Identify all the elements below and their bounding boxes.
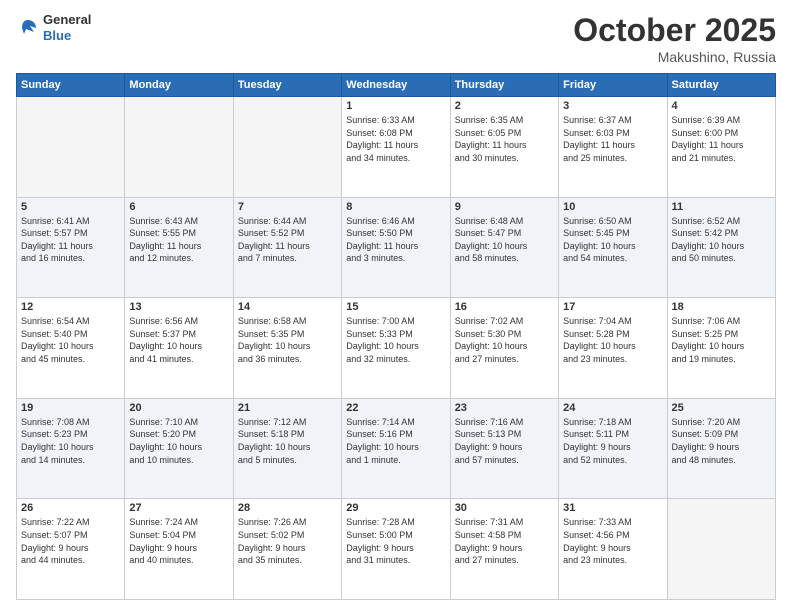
table-row: 23Sunrise: 7:16 AMSunset: 5:13 PMDayligh…: [450, 398, 558, 499]
calendar-week-row: 5Sunrise: 6:41 AMSunset: 5:57 PMDaylight…: [17, 197, 776, 298]
table-row: 24Sunrise: 7:18 AMSunset: 5:11 PMDayligh…: [559, 398, 667, 499]
table-row: 11Sunrise: 6:52 AMSunset: 5:42 PMDayligh…: [667, 197, 775, 298]
table-row: 21Sunrise: 7:12 AMSunset: 5:18 PMDayligh…: [233, 398, 341, 499]
table-row: 9Sunrise: 6:48 AMSunset: 5:47 PMDaylight…: [450, 197, 558, 298]
table-row: 25Sunrise: 7:20 AMSunset: 5:09 PMDayligh…: [667, 398, 775, 499]
table-row: 4Sunrise: 6:39 AMSunset: 6:00 PMDaylight…: [667, 97, 775, 198]
table-row: 22Sunrise: 7:14 AMSunset: 5:16 PMDayligh…: [342, 398, 450, 499]
col-thursday: Thursday: [450, 74, 558, 97]
table-row: [125, 97, 233, 198]
table-row: [667, 499, 775, 600]
table-row: 1Sunrise: 6:33 AMSunset: 6:08 PMDaylight…: [342, 97, 450, 198]
table-row: 16Sunrise: 7:02 AMSunset: 5:30 PMDayligh…: [450, 298, 558, 399]
col-monday: Monday: [125, 74, 233, 97]
table-row: [17, 97, 125, 198]
calendar-week-row: 1Sunrise: 6:33 AMSunset: 6:08 PMDaylight…: [17, 97, 776, 198]
calendar-week-row: 26Sunrise: 7:22 AMSunset: 5:07 PMDayligh…: [17, 499, 776, 600]
table-row: 8Sunrise: 6:46 AMSunset: 5:50 PMDaylight…: [342, 197, 450, 298]
table-row: 10Sunrise: 6:50 AMSunset: 5:45 PMDayligh…: [559, 197, 667, 298]
table-row: 14Sunrise: 6:58 AMSunset: 5:35 PMDayligh…: [233, 298, 341, 399]
title-block: October 2025 Makushino, Russia: [573, 12, 776, 65]
table-row: 19Sunrise: 7:08 AMSunset: 5:23 PMDayligh…: [17, 398, 125, 499]
table-row: 18Sunrise: 7:06 AMSunset: 5:25 PMDayligh…: [667, 298, 775, 399]
table-row: 26Sunrise: 7:22 AMSunset: 5:07 PMDayligh…: [17, 499, 125, 600]
location: Makushino, Russia: [573, 49, 776, 65]
month-title: October 2025: [573, 12, 776, 49]
table-row: 12Sunrise: 6:54 AMSunset: 5:40 PMDayligh…: [17, 298, 125, 399]
logo: General Blue: [16, 12, 91, 43]
table-row: 13Sunrise: 6:56 AMSunset: 5:37 PMDayligh…: [125, 298, 233, 399]
col-tuesday: Tuesday: [233, 74, 341, 97]
calendar-week-row: 12Sunrise: 6:54 AMSunset: 5:40 PMDayligh…: [17, 298, 776, 399]
table-row: 6Sunrise: 6:43 AMSunset: 5:55 PMDaylight…: [125, 197, 233, 298]
table-row: 15Sunrise: 7:00 AMSunset: 5:33 PMDayligh…: [342, 298, 450, 399]
table-row: 17Sunrise: 7:04 AMSunset: 5:28 PMDayligh…: [559, 298, 667, 399]
col-wednesday: Wednesday: [342, 74, 450, 97]
table-row: 27Sunrise: 7:24 AMSunset: 5:04 PMDayligh…: [125, 499, 233, 600]
table-row: 7Sunrise: 6:44 AMSunset: 5:52 PMDaylight…: [233, 197, 341, 298]
table-row: 31Sunrise: 7:33 AMSunset: 4:56 PMDayligh…: [559, 499, 667, 600]
table-row: 3Sunrise: 6:37 AMSunset: 6:03 PMDaylight…: [559, 97, 667, 198]
table-row: 2Sunrise: 6:35 AMSunset: 6:05 PMDaylight…: [450, 97, 558, 198]
table-row: 30Sunrise: 7:31 AMSunset: 4:58 PMDayligh…: [450, 499, 558, 600]
col-friday: Friday: [559, 74, 667, 97]
logo-bird-icon: [16, 16, 40, 40]
table-row: 5Sunrise: 6:41 AMSunset: 5:57 PMDaylight…: [17, 197, 125, 298]
calendar-header-row: Sunday Monday Tuesday Wednesday Thursday…: [17, 74, 776, 97]
page-header: General Blue October 2025 Makushino, Rus…: [16, 12, 776, 65]
col-saturday: Saturday: [667, 74, 775, 97]
table-row: 28Sunrise: 7:26 AMSunset: 5:02 PMDayligh…: [233, 499, 341, 600]
table-row: 20Sunrise: 7:10 AMSunset: 5:20 PMDayligh…: [125, 398, 233, 499]
calendar-table: Sunday Monday Tuesday Wednesday Thursday…: [16, 73, 776, 600]
table-row: [233, 97, 341, 198]
calendar-week-row: 19Sunrise: 7:08 AMSunset: 5:23 PMDayligh…: [17, 398, 776, 499]
col-sunday: Sunday: [17, 74, 125, 97]
table-row: 29Sunrise: 7:28 AMSunset: 5:00 PMDayligh…: [342, 499, 450, 600]
